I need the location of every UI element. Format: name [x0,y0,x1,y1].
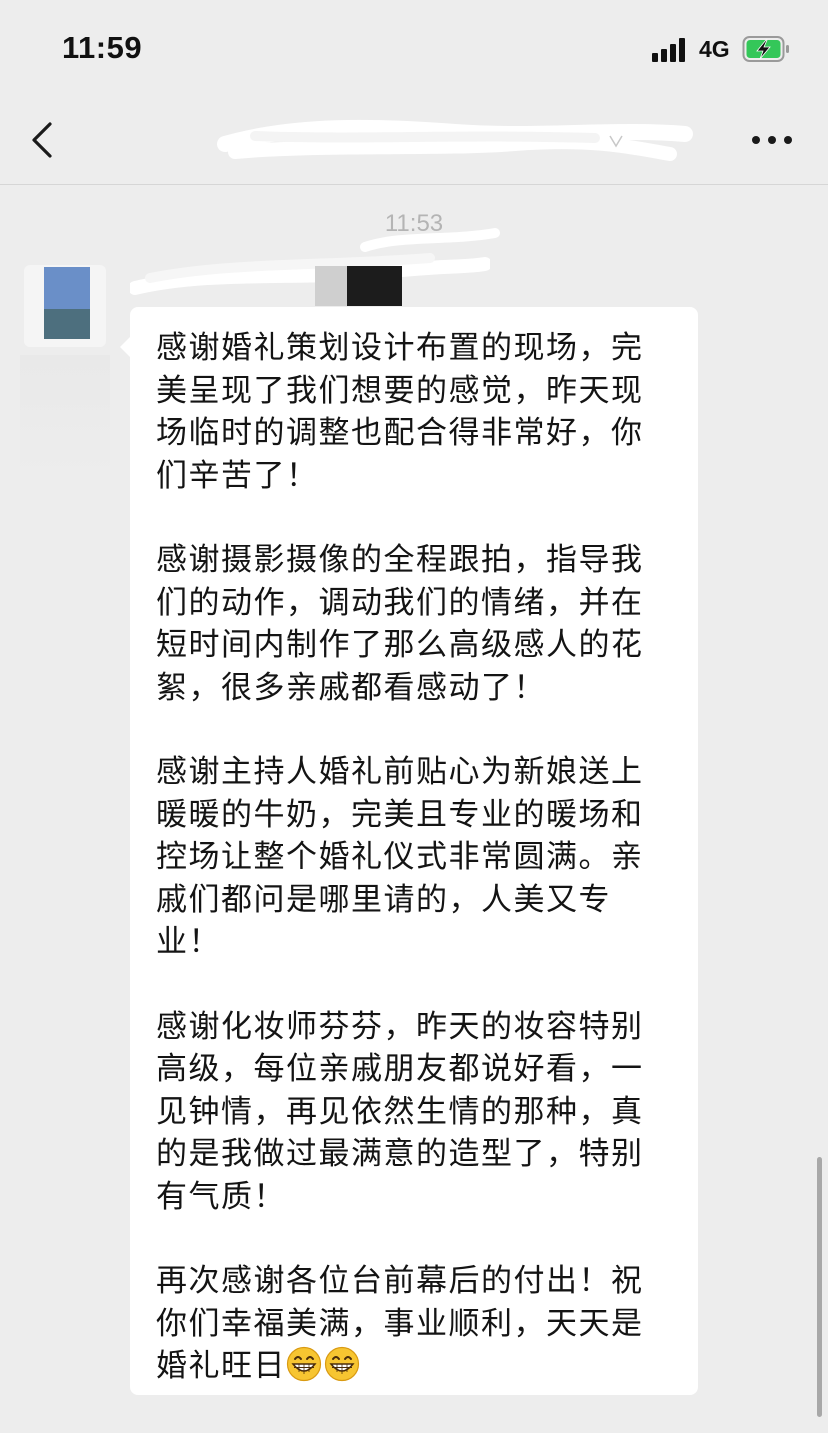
chat-title-redacted [215,114,695,166]
grin-emoji-icon [324,1346,360,1382]
more-button[interactable] [744,120,800,160]
message-paragraph: 感谢婚礼策划设计布置的现场，完美呈现了我们想要的感觉，昨天现场临时的调整也配合得… [156,330,644,494]
message-paragraph: 感谢化妆师芬芬，昨天的妆容特别高级，每位亲戚朋友都说好看，一见钟情，再见依然生情… [156,1008,644,1215]
grin-emoji-icon [286,1346,322,1382]
chevron-left-icon [32,122,52,158]
status-bar: 11:59 4G [0,0,828,96]
chat-area[interactable]: 11:53 感谢婚礼策划设计布置的现场，完美呈现了我们想要的感觉，昨天现场临时的… [0,185,828,1433]
message-paragraph: 感谢主持人婚礼前贴心为新娘送上暖暖的牛奶，完美且专业的暖场和控场让整个婚礼仪式非… [156,754,644,960]
avatar-shadow [20,355,110,475]
more-dot [784,136,792,144]
status-time: 11:59 [62,30,143,65]
network-type: 4G [699,36,730,62]
message-paragraph: 感谢摄影摄像的全程跟拍，指导我们的动作，调动我们的情绪，并在短时间内制作了那么高… [156,542,644,706]
more-dots-icon [752,136,760,144]
avatar[interactable] [24,265,106,347]
scrollbar[interactable] [817,1157,822,1417]
nav-bar [0,96,828,185]
signal-bars-icon [652,38,690,62]
message-paragraph-text: 再次感谢各位台前幕后的付出！祝你们幸福美满，事业顺利，天天是婚礼旺日 [156,1263,644,1384]
back-button[interactable] [22,116,66,164]
message-paragraph-last: 再次感谢各位台前幕后的付出！祝你们幸福美满，事业顺利，天天是婚礼旺日 [156,1260,674,1388]
battery-charging-icon [742,35,789,63]
bubble-tail [120,337,130,357]
sender-name-redacted [130,253,490,306]
avatar-image-top [44,267,90,309]
message-bubble[interactable]: 感谢婚礼策划设计布置的现场，完美呈现了我们想要的感觉，昨天现场临时的调整也配合得… [130,307,698,1395]
more-dot [768,136,776,144]
avatar-image-bottom [44,309,90,339]
